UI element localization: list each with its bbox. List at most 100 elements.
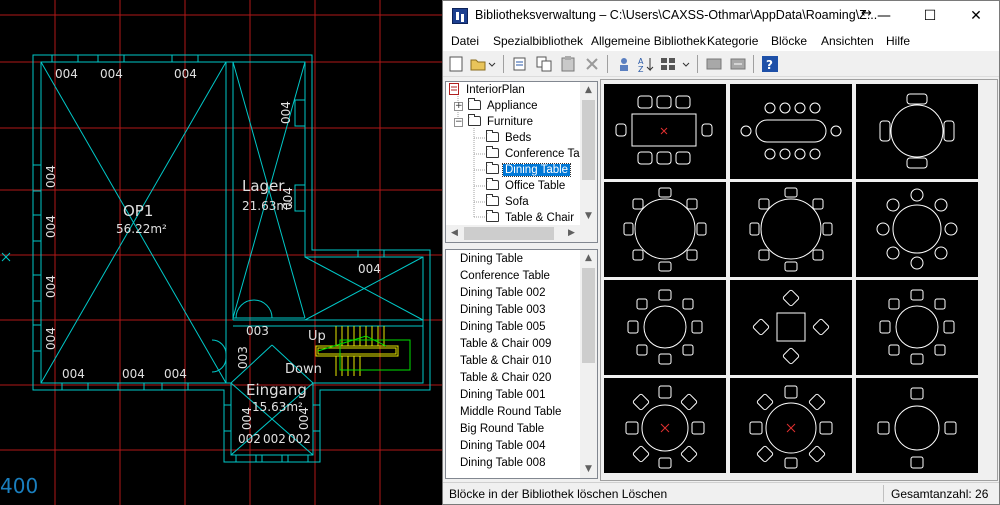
- import-icon[interactable]: [705, 55, 723, 73]
- properties-icon[interactable]: [615, 55, 633, 73]
- list-item[interactable]: Big Round Table: [460, 423, 544, 435]
- block-preview-dining-table-002[interactable]: [856, 84, 978, 179]
- tree-horizontal-scrollbar[interactable]: ◀ ▶: [446, 225, 597, 242]
- scroll-up-icon[interactable]: ▲: [580, 82, 597, 99]
- maximize-button[interactable]: ☐: [907, 1, 953, 31]
- scrollbar-thumb[interactable]: [464, 227, 554, 240]
- menu-bloecke[interactable]: Blöcke: [771, 34, 807, 48]
- list-item[interactable]: Conference Table: [460, 270, 550, 282]
- block-preview-big-round-table[interactable]: [604, 378, 726, 473]
- block-preview-dining-table-008[interactable]: [856, 378, 978, 473]
- list-item[interactable]: Dining Table 005: [460, 321, 545, 333]
- window-tag: 004: [55, 67, 78, 81]
- scroll-down-icon[interactable]: ▼: [580, 208, 597, 225]
- close-button[interactable]: ✕: [953, 1, 999, 31]
- delete-icon[interactable]: [583, 55, 601, 73]
- window-title: Bibliotheksverwaltung – C:\Users\CAXSS-O…: [475, 8, 878, 22]
- block-preview-table-chair-020[interactable]: [604, 280, 726, 375]
- window-tag: 004: [62, 367, 85, 381]
- tree-item-sofa[interactable]: Sofa: [486, 194, 531, 210]
- block-preview-dining-table-001[interactable]: [730, 280, 852, 375]
- list-item[interactable]: Table & Chair 010: [460, 355, 551, 367]
- window-tag: 002: [263, 432, 286, 446]
- collapse-toggle[interactable]: −: [454, 118, 463, 127]
- window-tag: 004: [358, 262, 381, 276]
- paste-icon[interactable]: [559, 55, 577, 73]
- title-bar[interactable]: Bibliotheksverwaltung – C:\Users\CAXSS-O…: [443, 1, 999, 31]
- toolbar-separator: [697, 55, 698, 73]
- block-preview-middle-round-table[interactable]: [856, 280, 978, 375]
- scrollbar-thumb[interactable]: [582, 100, 595, 180]
- window-tag: 004: [100, 67, 123, 81]
- window-tag: 004: [44, 165, 58, 188]
- scroll-down-icon[interactable]: ▼: [580, 461, 597, 478]
- tree-item-conference-table[interactable]: Conference Tab: [486, 146, 588, 162]
- menu-allgemeine-bibliothek[interactable]: Allgemeine Bibliothek: [591, 34, 706, 48]
- tree-item-office-table[interactable]: Office Table: [486, 178, 567, 194]
- stair-down-label: Down: [285, 362, 322, 377]
- tree-item-dining-table[interactable]: Dining Table: [486, 162, 572, 178]
- window-tag: 004: [44, 215, 58, 238]
- list-item[interactable]: Dining Table 004: [460, 440, 545, 452]
- folder-icon: [486, 210, 499, 222]
- window-tag: 004: [44, 327, 58, 350]
- window-tag: 004: [174, 67, 197, 81]
- tree-vertical-scrollbar[interactable]: ▲ ▼: [580, 82, 597, 225]
- block-preview-dining-table-004[interactable]: [730, 378, 852, 473]
- chevron-down-icon[interactable]: [681, 55, 691, 73]
- list-item[interactable]: Middle Round Table: [460, 406, 561, 418]
- room-name-lager: Lager: [242, 177, 285, 195]
- block-list[interactable]: Dining Table Conference Table Dining Tab…: [445, 249, 598, 479]
- expand-toggle[interactable]: +: [454, 102, 463, 111]
- open-folder-icon[interactable]: [469, 55, 487, 73]
- scroll-right-icon[interactable]: ▶: [563, 225, 580, 242]
- list-item[interactable]: Dining Table 008: [460, 457, 545, 469]
- tree-item-beds[interactable]: Beds: [486, 130, 533, 146]
- export-icon[interactable]: [729, 55, 747, 73]
- list-item[interactable]: Dining Table 002: [460, 287, 545, 299]
- insert-block-icon[interactable]: [511, 55, 529, 73]
- svg-text:Z: Z: [638, 65, 644, 73]
- toolbar-separator: [503, 55, 504, 73]
- scroll-left-icon[interactable]: ◀: [446, 225, 463, 242]
- view-grid-icon[interactable]: [659, 55, 677, 73]
- window-tag: 004: [279, 101, 293, 124]
- copy-icon[interactable]: [535, 55, 553, 73]
- menu-hilfe[interactable]: Hilfe: [886, 34, 910, 48]
- room-name-eingang: Eingang: [246, 381, 307, 399]
- new-icon[interactable]: [447, 55, 465, 73]
- scroll-up-icon[interactable]: ▲: [580, 250, 597, 267]
- list-item[interactable]: Table & Chair 009: [460, 338, 551, 350]
- scrollbar-thumb[interactable]: [582, 268, 595, 363]
- list-item[interactable]: Dining Table: [460, 253, 523, 265]
- category-tree[interactable]: InteriorPlan + Appliance − Furniture Bed…: [445, 81, 598, 243]
- menu-spezialbibliothek[interactable]: Spezialbibliothek: [493, 34, 583, 48]
- minimize-button[interactable]: —: [861, 1, 907, 31]
- block-preview-dining-table[interactable]: [604, 84, 726, 179]
- tree-item-furniture[interactable]: Furniture: [468, 114, 535, 130]
- list-vertical-scrollbar[interactable]: ▲ ▼: [580, 250, 597, 478]
- help-icon[interactable]: ?: [761, 55, 779, 73]
- list-item[interactable]: Dining Table 001: [460, 389, 545, 401]
- sort-icon[interactable]: AZ: [637, 55, 655, 73]
- block-preview-conference-table[interactable]: [730, 84, 852, 179]
- block-preview-dining-table-003[interactable]: [604, 182, 726, 277]
- menu-datei[interactable]: Datei: [451, 34, 479, 48]
- block-preview-grid: [600, 79, 998, 481]
- chevron-down-icon[interactable]: [487, 55, 497, 73]
- folder-icon: [468, 114, 481, 126]
- list-item[interactable]: Dining Table 003: [460, 304, 545, 316]
- folder-icon: [486, 146, 499, 158]
- block-preview-table-chair-010[interactable]: [856, 182, 978, 277]
- menu-ansichten[interactable]: Ansichten: [821, 34, 874, 48]
- list-item[interactable]: Table & Chair 020: [460, 372, 551, 384]
- window-tag: 002: [238, 432, 261, 446]
- tree-item-appliance[interactable]: Appliance: [468, 98, 540, 114]
- folder-icon: [486, 130, 499, 142]
- block-preview-table-chair-009[interactable]: [730, 182, 852, 277]
- window-tag: 004: [281, 187, 295, 210]
- menu-kategorie[interactable]: Kategorie: [707, 34, 758, 48]
- svg-text:?: ?: [766, 58, 773, 72]
- status-divider: [883, 485, 884, 502]
- tree-item-table-chair[interactable]: Table & Chair: [486, 210, 576, 226]
